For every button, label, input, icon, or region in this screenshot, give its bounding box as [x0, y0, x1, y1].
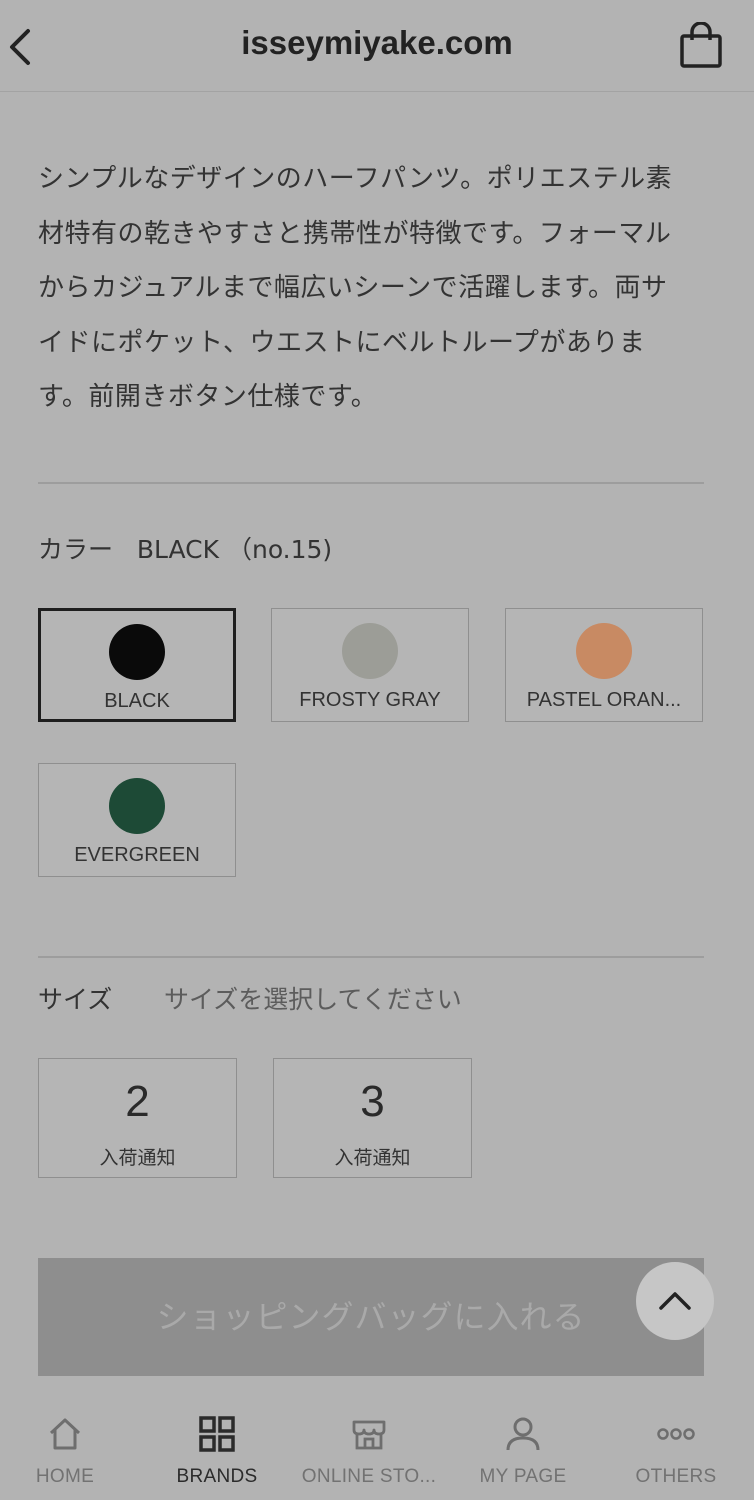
color-option-pastel-orange[interactable]: PASTEL ORAN... [505, 608, 703, 722]
color-heading: カラー BLACK （no.15) [38, 530, 332, 566]
store-icon [352, 1420, 386, 1450]
chevron-up-icon [659, 1292, 691, 1310]
tab-label: MY PAGE [479, 1466, 567, 1487]
site-title: isseymiyake.com [241, 24, 513, 61]
tab-my-page[interactable]: MY PAGE [448, 1400, 598, 1500]
color-swatch-dot [342, 623, 398, 679]
scroll-to-top-button[interactable] [636, 1262, 714, 1340]
tab-brands[interactable]: BRANDS [142, 1400, 292, 1500]
color-option-name: PASTEL ORAN... [526, 689, 682, 711]
size-label: サイズ [38, 985, 113, 1014]
color-option-black[interactable]: BLACK [38, 608, 236, 722]
size-value: 3 [360, 1077, 385, 1126]
home-icon [49, 1418, 81, 1450]
color-option-name: BLACK [104, 689, 170, 712]
description-line: イドにポケット、ウエストにベルトループがありま [38, 327, 646, 358]
add-to-bag-button[interactable]: ショッピングバッグに入れる [38, 1258, 704, 1376]
selected-color-value: BLACK （no.15) [136, 535, 333, 564]
app-header: isseymiyake.com [0, 0, 754, 92]
color-option-evergreen[interactable]: EVERGREEN [38, 763, 236, 877]
restock-notify-label: 入荷通知 [334, 1147, 411, 1169]
description-line: す。前開きボタン仕様です。 [38, 382, 378, 412]
tab-online-store[interactable]: ONLINE STO... [294, 1400, 444, 1500]
divider [38, 956, 704, 958]
size-option-2[interactable]: 2 入荷通知 [38, 1058, 237, 1178]
more-icon [657, 1428, 695, 1440]
restock-notify-label: 入荷通知 [99, 1147, 176, 1169]
description-line: からカジュアルまで幅広いシーンで活躍します。両サ [38, 273, 668, 303]
color-swatch-dot [576, 623, 632, 679]
color-swatch-dot [109, 623, 165, 680]
tab-label: ONLINE STO... [301, 1466, 437, 1487]
shopping-bag-icon [680, 21, 722, 68]
color-label: カラー [38, 535, 114, 564]
color-option-name: EVERGREEN [74, 844, 200, 866]
tab-home[interactable]: HOME [0, 1400, 140, 1500]
tab-label: BRANDS [176, 1466, 258, 1487]
color-swatch-dot [109, 778, 165, 834]
description-line: シンプルなデザインのハーフパンツ。ポリエステル素 [38, 164, 673, 194]
description-line: 材特有の乾きやすさと携帯性が特徴です。フォーマル [38, 218, 672, 249]
divider [38, 482, 704, 484]
bottom-tab-bar: HOME BRANDS ONLINE STO... MY PAGE OTHERS [0, 1400, 754, 1500]
product-description: シンプルなデザインのハーフパンツ。ポリエステル素 材特有の乾きやすさと携帯性が特… [38, 152, 698, 425]
size-value: 2 [125, 1077, 150, 1126]
color-option-frosty-gray[interactable]: FROSTY GRAY [271, 608, 469, 722]
tab-label: HOME [35, 1466, 95, 1487]
size-hint: サイズを選択してください [164, 985, 462, 1014]
user-icon [506, 1417, 540, 1451]
color-option-name: FROSTY GRAY [299, 689, 441, 711]
tab-label: OTHERS [635, 1466, 717, 1487]
size-option-3[interactable]: 3 入荷通知 [273, 1058, 472, 1178]
grid-icon [199, 1416, 235, 1452]
tab-others[interactable]: OTHERS [601, 1400, 751, 1500]
shopping-bag-button[interactable] [678, 21, 724, 70]
